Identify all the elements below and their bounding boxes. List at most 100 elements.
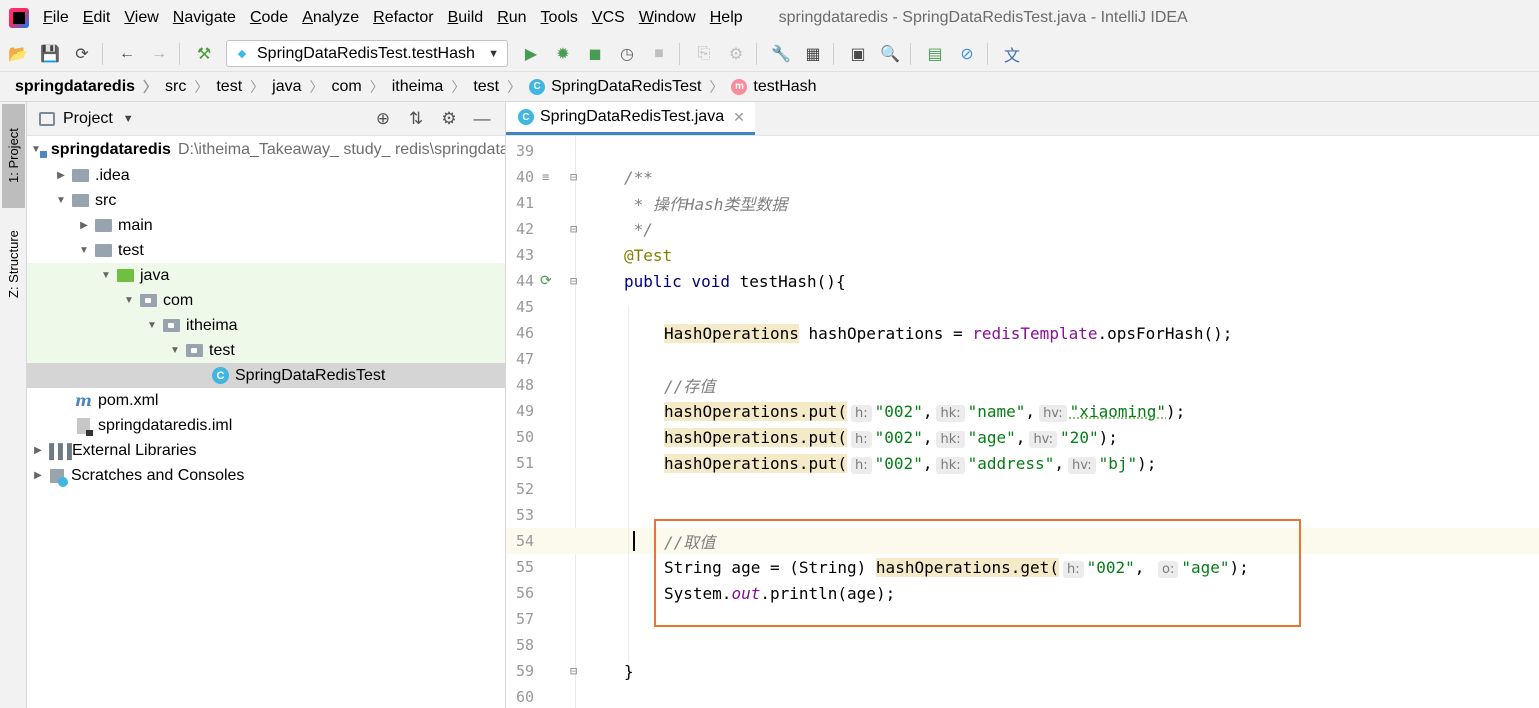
tree-item-com[interactable]: ▼ com [27,288,505,313]
tree-item-label: src [95,191,117,209]
tree-item-pom-xml[interactable]: m pom.xml [27,388,505,413]
tab-project-tool-window[interactable]: 1: Project [2,104,25,208]
tree-item-project-root[interactable]: ▼ springdataredis D:\itheima_Takeaway_ s… [27,136,505,163]
fold-icon[interactable]: ⊟ [570,222,577,236]
tree-item-label: springdataredis [50,140,171,158]
tree-item-test[interactable]: ▼ test [27,238,505,263]
run-configuration-label: SpringDataRedisTest.testHash [257,44,475,62]
sync-icon[interactable]: ⟳ [71,43,93,65]
expand-arrow-icon[interactable]: ▼ [145,320,159,331]
expand-arrow-icon[interactable]: ▼ [99,270,113,281]
breadcrumb-item[interactable]: C SpringDataRedisTest 〉 [529,77,731,97]
collapsed-arrow-icon[interactable]: ▶ [31,445,45,456]
tree-item-idea[interactable]: ▶ .idea [27,163,505,188]
collapsed-arrow-icon[interactable]: ▶ [77,220,91,231]
translate-icon[interactable]: 文 [1001,43,1023,65]
code-line-47: 47 [506,346,1539,372]
menu-edit[interactable]: Edit [83,9,111,27]
project-view-selector[interactable]: Project [63,110,113,128]
code-line-42: 42 ⊟ */ [506,216,1539,242]
collapsed-arrow-icon[interactable]: ▶ [31,470,45,481]
code-text: , [1025,401,1036,421]
stop-icon[interactable]: ■ [648,43,670,65]
menu-file[interactable]: File [43,9,69,27]
breadcrumb-item[interactable]: test 〉 [473,77,529,97]
line-number: 53 [515,506,534,524]
menu-help[interactable]: Help [710,9,743,27]
open-folder-icon[interactable]: 📂 [7,43,29,65]
vcs-commit-icon[interactable]: ⚙ [725,43,747,65]
project-structure-icon[interactable]: ▦ [802,43,824,65]
module-file-icon [77,417,93,436]
tab-structure-tool-window[interactable]: Z: Structure [2,214,25,314]
tree-item-label: test [209,341,235,359]
code-call: hashOperations.put( [664,427,848,447]
menu-window[interactable]: Window [639,9,696,27]
wrench-settings-icon[interactable]: 🔧 [770,43,792,65]
build-hammer-icon[interactable]: ⚒ [193,43,215,65]
menu-run[interactable]: Run [497,9,526,27]
menu-vcs[interactable]: VCS [592,9,625,27]
menu-view[interactable]: View [124,9,158,27]
chevron-down-icon[interactable]: ▼ [123,113,134,125]
breadcrumb-item[interactable]: itheima 〉 [392,77,474,97]
code-keyword: void [691,271,730,291]
tree-item-itheima[interactable]: ▼ itheima [27,313,505,338]
fold-icon[interactable]: ⊟ [570,664,577,678]
menu-navigate[interactable]: Navigate [173,9,236,27]
save-all-icon[interactable]: 💾 [39,43,61,65]
tree-item-main[interactable]: ▶ main [27,213,505,238]
expand-arrow-icon[interactable]: ▼ [77,245,91,256]
menu-code[interactable]: Code [250,9,288,27]
breadcrumb-item[interactable]: test 〉 [216,77,272,97]
fold-icon[interactable]: ⊟ [570,170,577,184]
breadcrumb-item[interactable]: springdataredis 〉 [15,77,165,97]
collapsed-arrow-icon[interactable]: ▶ [54,170,68,181]
debug-icon[interactable]: ✹ [552,43,574,65]
tree-item-src[interactable]: ▼ src [27,188,505,213]
code-area[interactable]: 39 40 ≡ ⊟ /** 41 * 操作Hash类型数据 42 ⊟ */ 43… [506,136,1539,708]
vcs-update-icon[interactable]: ⎘ [693,43,715,65]
menu-analyze[interactable]: Analyze [302,9,359,27]
menu-build[interactable]: Build [448,9,484,27]
project-tab-label: 1: Project [6,128,21,184]
menu-tools[interactable]: Tools [541,9,578,27]
fold-icon[interactable]: ⊟ [570,274,577,288]
forward-arrow-icon[interactable]: → [148,43,170,65]
locate-file-icon[interactable]: ⊕ [373,109,393,129]
breadcrumb-item[interactable]: com 〉 [332,77,392,97]
hide-panel-icon[interactable]: — [472,109,492,129]
tree-item-springdataredistest[interactable]: C SpringDataRedisTest [27,363,505,388]
breadcrumb-item[interactable]: java 〉 [272,77,331,97]
power-save-icon[interactable]: ⊘ [956,43,978,65]
menu-refactor[interactable]: Refactor [373,9,433,27]
collapse-all-icon[interactable]: ⇅ [406,109,426,129]
search-icon[interactable]: 🔍 [879,43,901,65]
expand-arrow-icon[interactable]: ▼ [54,195,68,206]
run-configuration-select[interactable]: ◆ SpringDataRedisTest.testHash ▼ [226,40,508,67]
coverage-icon[interactable]: ◼ [584,43,606,65]
expand-arrow-icon[interactable]: ▼ [168,345,182,356]
gear-icon[interactable]: ⚙ [439,109,459,129]
run-test-icon[interactable]: ⟳ [540,273,552,289]
breadcrumb-item[interactable]: m testHash [731,78,817,96]
tree-item-external-libraries[interactable]: ▶ ▐▐▐ External Libraries [27,438,505,463]
doc-comment-icon[interactable]: ≡ [542,170,549,184]
editor-tab-springdataredistest[interactable]: C SpringDataRedisTest.java ✕ [506,102,755,135]
profile-icon[interactable]: ◷ [616,43,638,65]
tree-item-java[interactable]: ▼ java [27,263,505,288]
run-icon[interactable]: ▶ [520,43,542,65]
close-icon[interactable]: ✕ [733,109,745,126]
expand-arrow-icon[interactable]: ▼ [122,295,136,306]
breadcrumb-item[interactable]: src 〉 [165,77,216,97]
activity-monitor-icon[interactable]: ▤ [924,43,946,65]
terminal-icon[interactable]: ▣ [847,43,869,65]
tree-item-iml[interactable]: springdataredis.iml [27,413,505,438]
chevron-right-icon: 〉 [709,78,724,95]
code-text: /** [624,167,653,187]
project-tool-window: Project ▼ ⊕ ⇅ ⚙ — ▼ springdataredis D:\i… [27,102,506,708]
tree-item-test-package[interactable]: ▼ test [27,338,505,363]
back-arrow-icon[interactable]: ← [116,43,138,65]
line-number: 52 [515,480,534,498]
tree-item-scratches[interactable]: ▶ Scratches and Consoles [27,463,505,488]
